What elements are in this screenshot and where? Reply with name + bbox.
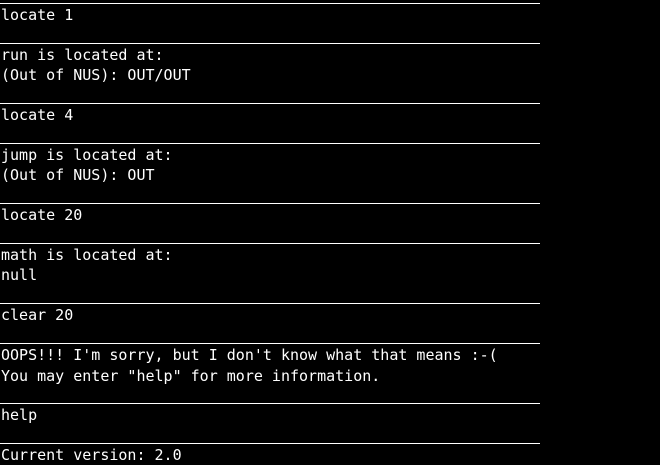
separator-line	[0, 203, 540, 204]
separator-line	[0, 3, 540, 4]
user-command: locate 1	[1, 6, 74, 24]
response-line: (Out of NUS): OUT	[1, 166, 155, 184]
user-command: clear 20	[1, 306, 74, 324]
separator-line	[0, 43, 540, 44]
user-command: locate 20	[1, 206, 83, 224]
terminal-window[interactable]: locate 1 run is located at: (Out of NUS)…	[0, 0, 660, 464]
response-line: math is located at:	[1, 246, 173, 264]
user-command: locate 4	[1, 106, 74, 124]
response-line: jump is located at:	[1, 146, 173, 164]
user-command: help	[1, 406, 38, 424]
separator-line	[0, 243, 540, 244]
separator-line	[0, 143, 540, 144]
separator-line	[0, 303, 540, 304]
response-line: null	[1, 266, 38, 284]
separator-line	[0, 343, 540, 344]
response-line: run is located at:	[1, 46, 164, 64]
error-line: You may enter "help" for more informatio…	[1, 367, 381, 385]
response-line: (Out of NUS): OUT/OUT	[1, 66, 191, 84]
response-line: Current version: 2.0	[1, 446, 182, 464]
separator-line	[0, 103, 540, 104]
error-line: OOPS!!! I'm sorry, but I don't know what…	[1, 346, 498, 364]
separator-line	[0, 443, 540, 444]
separator-line	[0, 403, 540, 404]
